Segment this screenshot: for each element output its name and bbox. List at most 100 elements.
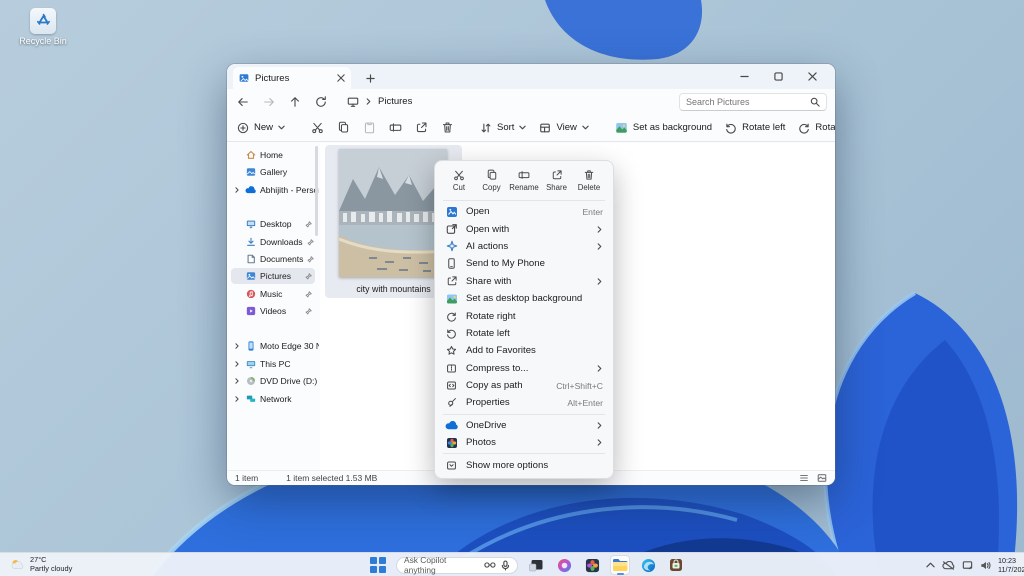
copy-quick-button[interactable]: Copy bbox=[476, 167, 508, 194]
thumbnail-view-toggle-icon[interactable] bbox=[817, 473, 827, 483]
sidebar-item-desktop[interactable]: Desktop bbox=[231, 216, 315, 232]
weather-temp: 27°C bbox=[30, 555, 72, 564]
menu-item-compress-to[interactable]: Compress to... bbox=[439, 360, 609, 377]
delete-quick-button[interactable]: Delete bbox=[573, 167, 605, 194]
task-view-button[interactable] bbox=[526, 555, 546, 575]
onedrive-tray-icon[interactable] bbox=[942, 561, 955, 570]
breadcrumb[interactable]: Pictures bbox=[339, 92, 420, 111]
details-view-toggle-icon[interactable] bbox=[799, 473, 809, 483]
menu-item-show-more-options[interactable]: Show more options bbox=[439, 456, 609, 473]
sidebar-label: Desktop bbox=[260, 219, 292, 229]
menu-label: Copy as path bbox=[466, 380, 523, 391]
sidebar-item-this-pc[interactable]: This PC bbox=[231, 356, 315, 372]
device-tray-icon[interactable] bbox=[962, 560, 973, 571]
recycle-bin-label: Recycle Bin bbox=[14, 36, 72, 46]
sidebar-item-downloads[interactable]: Downloads bbox=[231, 234, 315, 250]
menu-item-onedrive[interactable]: OneDrive bbox=[439, 417, 609, 434]
close-button[interactable] bbox=[795, 64, 829, 89]
this-pc-icon bbox=[347, 96, 359, 108]
refresh-icon[interactable] bbox=[313, 94, 329, 110]
recycle-bin-shortcut[interactable]: Recycle Bin bbox=[14, 8, 72, 46]
chevron-down-icon bbox=[278, 124, 285, 131]
menu-item-ai-actions[interactable]: AI actions bbox=[439, 238, 609, 255]
sidebar-scrollbar[interactable] bbox=[315, 146, 318, 236]
minimize-button[interactable] bbox=[727, 64, 761, 89]
menu-item-rotate-right[interactable]: Rotate right bbox=[439, 307, 609, 324]
sidebar-item-home[interactable]: Home bbox=[231, 147, 315, 163]
sidebar-item-pictures[interactable]: Pictures bbox=[231, 268, 315, 284]
menu-label: Open with bbox=[466, 224, 509, 235]
rename-button[interactable] bbox=[389, 121, 402, 134]
menu-item-rotate-left[interactable]: Rotate left bbox=[439, 325, 609, 342]
sidebar-item-onedrive-personal[interactable]: Abhijith - Personal bbox=[231, 182, 315, 198]
share-quick-button[interactable]: Share bbox=[541, 167, 573, 194]
weather-widget[interactable]: 27°CPartly cloudy bbox=[10, 555, 72, 574]
sidebar-item-videos[interactable]: Videos bbox=[231, 303, 315, 319]
menu-item-open-with[interactable]: Open with bbox=[439, 220, 609, 237]
copy-as-path-icon bbox=[445, 380, 458, 391]
tab-pictures[interactable]: Pictures bbox=[233, 67, 351, 89]
view-button[interactable]: View bbox=[539, 122, 588, 134]
sort-button[interactable]: Sort bbox=[480, 122, 526, 134]
back-icon[interactable] bbox=[235, 94, 251, 110]
sidebar-item-gallery[interactable]: Gallery bbox=[231, 164, 315, 180]
taskbar-app-photos[interactable] bbox=[582, 555, 602, 575]
sidebar-item-moto-edge[interactable]: Moto Edge 30 Neo bbox=[231, 338, 315, 354]
pin-icon bbox=[307, 256, 314, 263]
sidebar-item-network[interactable]: Network bbox=[231, 391, 315, 407]
taskbar-app-store[interactable] bbox=[666, 555, 686, 575]
chevron-down-icon bbox=[519, 124, 526, 131]
sidebar-item-documents[interactable]: Documents bbox=[231, 251, 315, 267]
menu-item-open[interactable]: OpenEnter bbox=[439, 203, 609, 220]
sidebar-item-dvd-drive[interactable]: DVD Drive (D:) CCC bbox=[231, 373, 315, 389]
microphone-icon bbox=[501, 560, 510, 571]
menu-label: Compress to... bbox=[466, 363, 528, 374]
menu-item-properties[interactable]: PropertiesAlt+Enter bbox=[439, 394, 609, 411]
menu-item-copy-as-path[interactable]: Copy as path Ctrl+Shift+C bbox=[439, 377, 609, 394]
tab-close-icon[interactable] bbox=[337, 74, 345, 82]
menu-item-share-with[interactable]: Share with bbox=[439, 273, 609, 290]
quick-actions-row: Cut Copy Rename Share Delete bbox=[439, 165, 609, 198]
hidden-icons-chevron[interactable] bbox=[926, 562, 935, 568]
tab-title: Pictures bbox=[255, 73, 289, 84]
new-tab-button[interactable] bbox=[363, 71, 377, 85]
taskbar-app-edge[interactable] bbox=[638, 555, 658, 575]
delete-button[interactable] bbox=[441, 121, 454, 134]
pin-icon bbox=[305, 273, 312, 280]
menu-shortcut: Ctrl+Shift+C bbox=[556, 381, 603, 391]
menu-item-send-to-my-phone[interactable]: Send to My Phone bbox=[439, 255, 609, 272]
rename-quick-button[interactable]: Rename bbox=[508, 167, 540, 194]
share-button[interactable] bbox=[415, 121, 428, 134]
sidebar-label: Pictures bbox=[260, 271, 291, 281]
volume-icon[interactable] bbox=[980, 560, 991, 571]
start-button[interactable] bbox=[368, 555, 388, 575]
rotate-right-button[interactable]: Rotate right bbox=[798, 122, 835, 134]
sidebar-label: Moto Edge 30 Neo bbox=[260, 341, 319, 351]
clock-date: 11/7/2025 bbox=[998, 565, 1024, 574]
breadcrumb-separator-icon bbox=[365, 98, 372, 105]
menu-item-set-as-desktop-background[interactable]: Set as desktop background bbox=[439, 290, 609, 307]
title-bar[interactable]: Pictures bbox=[227, 64, 835, 89]
menu-item-add-to-favorites[interactable]: Add to Favorites bbox=[439, 342, 609, 359]
set-as-background-button[interactable]: Set as background bbox=[615, 121, 712, 134]
cut-label: Cut bbox=[453, 183, 465, 192]
cut-button[interactable] bbox=[311, 121, 324, 134]
sidebar-item-music[interactable]: Music bbox=[231, 286, 315, 302]
menu-item-photos[interactable]: Photos bbox=[439, 434, 609, 451]
clock[interactable]: 10:23 11/7/2025 bbox=[998, 556, 1024, 575]
taskbar-app-file-explorer[interactable] bbox=[610, 555, 630, 575]
up-icon[interactable] bbox=[287, 94, 303, 110]
search-input[interactable]: Search Pictures bbox=[679, 93, 827, 111]
edge-icon bbox=[641, 558, 656, 573]
paste-button[interactable] bbox=[363, 121, 376, 134]
new-button[interactable]: New bbox=[237, 122, 285, 134]
rotate-left-button[interactable]: Rotate left bbox=[725, 122, 785, 134]
cut-quick-button[interactable]: Cut bbox=[443, 167, 475, 194]
taskbar-app-copilot[interactable] bbox=[554, 555, 574, 575]
forward-icon[interactable] bbox=[261, 94, 277, 110]
glasses-icon bbox=[484, 561, 496, 569]
copy-button[interactable] bbox=[337, 121, 350, 134]
sidebar-label: Abhijith - Personal bbox=[260, 185, 319, 195]
copilot-search-input[interactable]: Ask Copilot anything bbox=[396, 557, 518, 574]
maximize-button[interactable] bbox=[761, 64, 795, 89]
